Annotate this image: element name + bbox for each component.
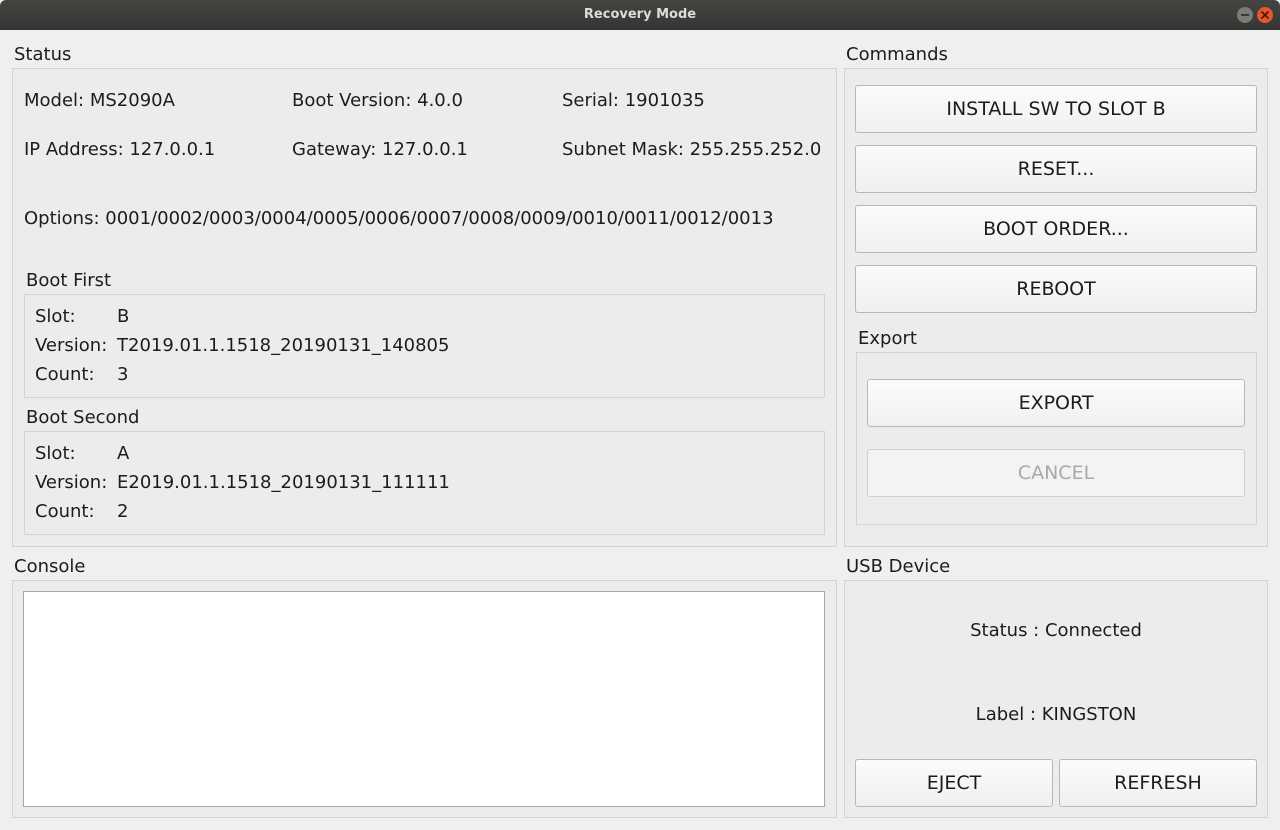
boot-second-count-value: 2 [117,501,129,522]
usb-status-label: Status : Connected [970,620,1142,641]
console-group-title: Console [14,556,86,577]
boot-first-version-value: T2019.01.1.1518_20190131_140805 [117,335,450,356]
window-title: Recovery Mode [583,7,697,22]
gateway-label: Gateway: 127.0.0.1 [292,139,468,160]
boot-first-version-label: Version: [35,335,108,356]
commands-group-title: Commands [846,44,948,65]
refresh-button[interactable]: REFRESH [1059,759,1257,807]
export-group [856,352,1257,525]
close-button[interactable] [1257,7,1273,23]
boot-order-button[interactable]: BOOT ORDER... [855,205,1257,253]
cancel-button: CANCEL [867,449,1245,497]
options-label: Options: 0001/0002/0003/0004/0005/0006/0… [24,208,774,229]
boot-first-title: Boot First [26,270,112,291]
boot-second-title: Boot Second [26,407,140,428]
ip-address-label: IP Address: 127.0.0.1 [24,139,216,160]
eject-button[interactable]: EJECT [855,759,1053,807]
boot-second-slot-label: Slot: [35,443,76,464]
export-group-title: Export [858,328,917,349]
boot-first-count-label: Count: [35,364,95,385]
install-sw-button[interactable]: INSTALL SW TO SLOT B [855,85,1257,133]
boot-first-slot-value: B [117,306,130,327]
minimize-button[interactable] [1237,7,1253,23]
boot-second-version-label: Version: [35,472,108,493]
close-icon [1261,11,1269,19]
boot-second-count-label: Count: [35,501,95,522]
export-button[interactable]: EXPORT [867,379,1245,427]
usb-group-title: USB Device [846,556,951,577]
subnet-mask-label: Subnet Mask: 255.255.252.0 [562,139,822,160]
boot-version-label: Boot Version: 4.0.0 [292,90,463,111]
boot-second-version-value: E2019.01.1.1518_20190131_111111 [117,472,450,493]
reboot-button[interactable]: REBOOT [855,265,1257,313]
model-label: Model: MS2090A [24,90,175,111]
status-group-title: Status [14,44,72,65]
serial-label: Serial: 1901035 [562,90,705,111]
boot-first-slot-label: Slot: [35,306,76,327]
title-bar: Recovery Mode [0,0,1280,30]
console-output[interactable] [23,591,825,807]
reset-button[interactable]: RESET... [855,145,1257,193]
boot-second-slot-value: A [117,443,130,464]
boot-first-count-value: 3 [117,364,129,385]
usb-label-label: Label : KINGSTON [975,704,1137,725]
minimize-icon [1241,14,1249,16]
